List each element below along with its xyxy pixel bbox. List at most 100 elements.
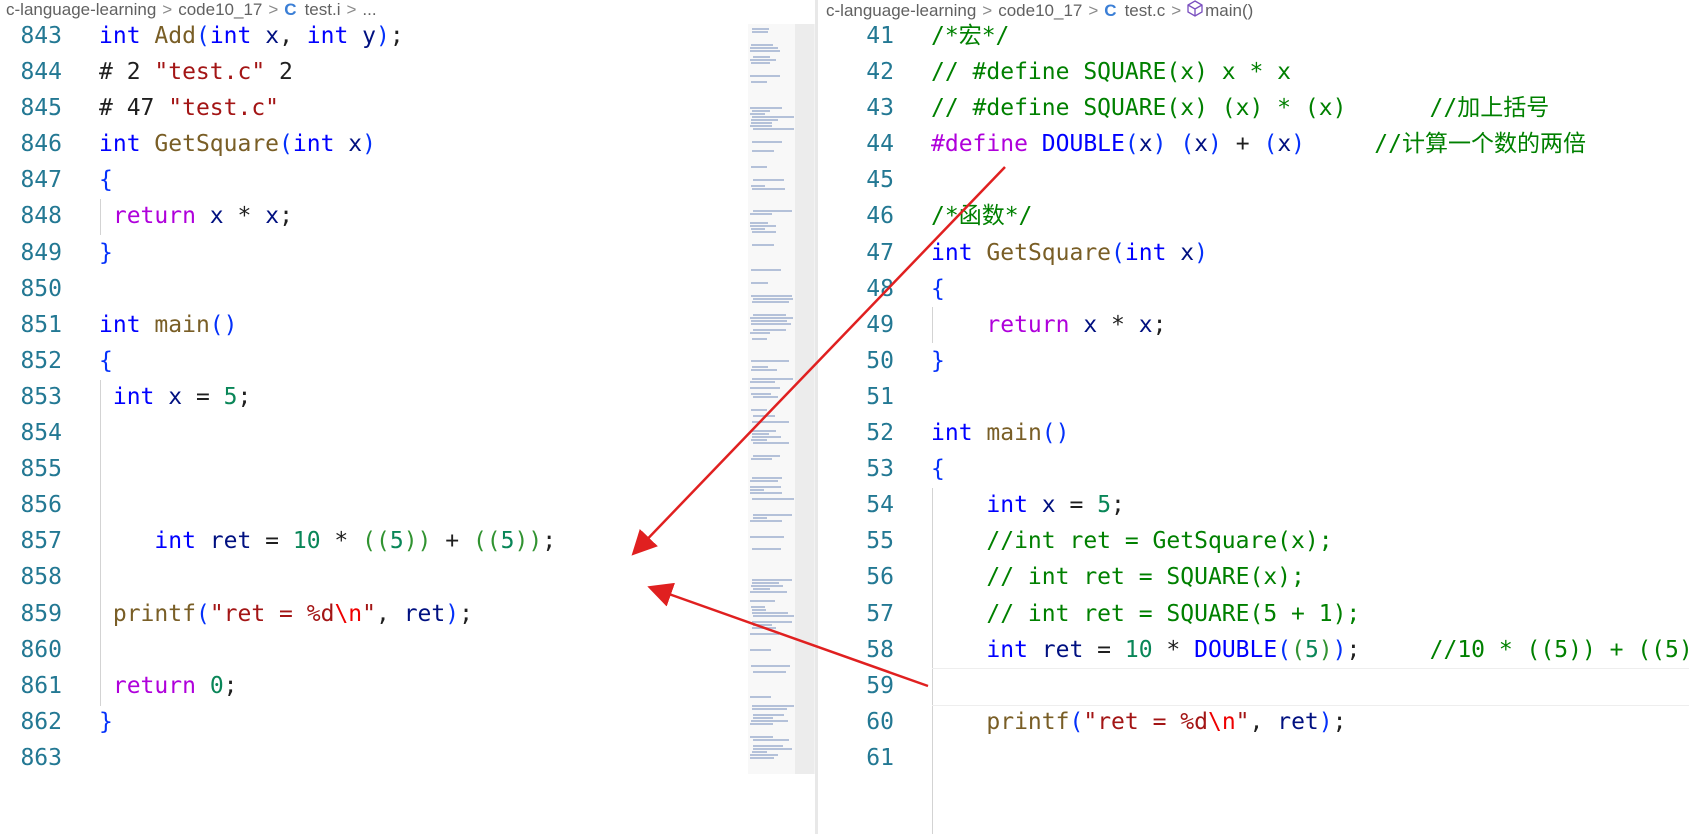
code-token: ) bbox=[1194, 239, 1208, 266]
code-line[interactable]: 844 # 2 "test.c" 2 bbox=[0, 54, 556, 90]
code-line[interactable]: 43 // #define SQUARE(x) (x) * (x) //加上括号 bbox=[818, 90, 1689, 126]
code-line[interactable]: 858 bbox=[0, 559, 556, 595]
code-line[interactable]: 859 printf("ret = %d\n", ret); bbox=[0, 596, 556, 632]
code-token: * bbox=[1097, 311, 1139, 338]
breadcrumb-folder[interactable]: c-language-learning bbox=[6, 0, 156, 19]
minimap-line bbox=[753, 671, 786, 673]
code-line[interactable]: 49 return x * x; bbox=[818, 307, 1689, 343]
code-token: x bbox=[1194, 131, 1209, 158]
code-token: DOUBLE bbox=[1194, 636, 1278, 663]
code-line[interactable]: 852 { bbox=[0, 343, 556, 379]
code-token: "test.c" bbox=[154, 59, 266, 86]
code-token: { bbox=[931, 275, 945, 302]
code-line[interactable]: 863 bbox=[0, 740, 556, 776]
minimap-line bbox=[753, 56, 770, 58]
minimap-line bbox=[750, 520, 782, 522]
code-line[interactable]: 52 int main() bbox=[818, 415, 1689, 451]
code-line[interactable]: 42 // #define SQUARE(x) x * x bbox=[818, 54, 1689, 90]
code-token: int bbox=[292, 131, 335, 158]
code-line[interactable]: 861 return 0; bbox=[0, 668, 556, 704]
minimap-scrollbar[interactable] bbox=[795, 24, 815, 774]
line-number: 848 bbox=[20, 203, 62, 230]
code-line[interactable]: 849} bbox=[0, 235, 556, 271]
minimap-line bbox=[752, 433, 769, 435]
minimap-line bbox=[753, 517, 767, 519]
code-line[interactable]: 856 bbox=[0, 487, 556, 523]
code-line[interactable]: 51 bbox=[818, 379, 1689, 415]
minimap-line bbox=[751, 360, 789, 362]
minimap-line bbox=[750, 47, 778, 49]
code-token: ; bbox=[279, 203, 293, 230]
code-line[interactable]: 857 int ret = 10 * ((5)) + ((5)); bbox=[0, 523, 556, 559]
code-line[interactable]: 54 int x = 5; bbox=[818, 487, 1689, 523]
line-number: 46 bbox=[866, 203, 894, 230]
code-line[interactable]: 854 bbox=[0, 415, 556, 451]
minimap-line bbox=[750, 225, 776, 227]
breadcrumb-subfolder[interactable]: code10_17 bbox=[178, 0, 262, 19]
code-line[interactable]: 848 return x * x; bbox=[0, 198, 556, 234]
code-token: , bbox=[279, 23, 307, 49]
code-line[interactable]: 44 #define DOUBLE(x) (x) + (x) //计算一个数的两倍 bbox=[818, 126, 1689, 162]
code-line[interactable]: 855 bbox=[0, 451, 556, 487]
code-token: { bbox=[99, 167, 113, 194]
right-code-area[interactable]: 41 /*宏*/ 42 // #define SQUARE(x) x * x 43 // … bbox=[818, 18, 1689, 776]
code-line[interactable]: 55 //int ret = GetSquare(x); bbox=[818, 523, 1689, 559]
code-token: () bbox=[1041, 420, 1070, 447]
code-line[interactable]: 48 { bbox=[818, 271, 1689, 307]
minimap-line bbox=[752, 627, 776, 629]
code-token: return bbox=[112, 672, 196, 699]
line-number: 849 bbox=[20, 239, 62, 266]
minimap-line bbox=[752, 436, 781, 438]
code-token: , bbox=[1249, 708, 1278, 735]
code-line[interactable]: 41 /*宏*/ bbox=[818, 18, 1689, 54]
line-number: 862 bbox=[20, 708, 62, 735]
minimap-line bbox=[751, 439, 767, 441]
code-token: GetSquare bbox=[154, 131, 280, 158]
minimap-line bbox=[753, 298, 793, 300]
code-line[interactable]: 860 bbox=[0, 632, 556, 668]
code-token: ; bbox=[237, 383, 252, 410]
code-line[interactable]: 850 bbox=[0, 271, 556, 307]
line-number: 59 bbox=[866, 672, 894, 699]
code-line[interactable]: 50} bbox=[818, 343, 1689, 379]
code-line[interactable]: 57 // int ret = SQUARE(5 + 1); bbox=[818, 596, 1689, 632]
code-line[interactable]: 53 { bbox=[818, 451, 1689, 487]
code-token: printf bbox=[986, 708, 1070, 735]
code-token: x bbox=[334, 131, 363, 158]
code-line[interactable]: 847 { bbox=[0, 162, 556, 198]
code-line[interactable]: 846 int GetSquare(int x) bbox=[0, 126, 556, 162]
minimap-line bbox=[753, 415, 775, 417]
code-token: //10 * ((5)) + ((5)) bbox=[1429, 636, 1689, 663]
code-line[interactable]: 61 bbox=[818, 740, 1689, 776]
line-number: 859 bbox=[20, 600, 62, 627]
line-number: 42 bbox=[866, 59, 894, 86]
code-line[interactable]: 862} bbox=[0, 704, 556, 740]
minimap-line bbox=[753, 396, 778, 398]
line-number: 852 bbox=[20, 347, 62, 374]
code-line[interactable]: 60 printf("ret = %d\n", ret); bbox=[818, 704, 1689, 740]
code-line[interactable]: 845 # 47 "test.c" bbox=[0, 90, 556, 126]
minimap-line bbox=[752, 579, 792, 581]
code-line[interactable]: 843 int Add(int x, int y); bbox=[0, 18, 556, 54]
code-token: * bbox=[320, 528, 363, 555]
code-line[interactable]: 853 int x = 5; bbox=[0, 379, 556, 415]
minimap-line bbox=[753, 588, 770, 590]
code-line[interactable]: 56 // int ret = SQUARE(x); bbox=[818, 559, 1689, 595]
code-token: x bbox=[1166, 239, 1195, 266]
code-line[interactable]: 47 int GetSquare(int x) bbox=[818, 235, 1689, 271]
code-line[interactable]: 46 /*函数*/ bbox=[818, 198, 1689, 234]
code-token: (( bbox=[362, 528, 390, 555]
breadcrumb-more[interactable]: ... bbox=[362, 0, 376, 19]
code-line[interactable]: 45 bbox=[818, 162, 1689, 198]
code-token: ) bbox=[362, 131, 376, 158]
code-line[interactable]: 851 int main() bbox=[0, 307, 556, 343]
code-line[interactable]: 58 int ret = 10 * DOUBLE((5)); //10 * ((… bbox=[818, 632, 1689, 668]
minimap-line bbox=[750, 113, 765, 115]
left-code-area[interactable]: 843 int Add(int x, int y); 844 # 2 "test.c"… bbox=[0, 18, 556, 776]
breadcrumb-file[interactable]: test.i bbox=[305, 0, 341, 19]
minimap-line bbox=[751, 323, 791, 325]
minimap-line bbox=[753, 210, 792, 212]
